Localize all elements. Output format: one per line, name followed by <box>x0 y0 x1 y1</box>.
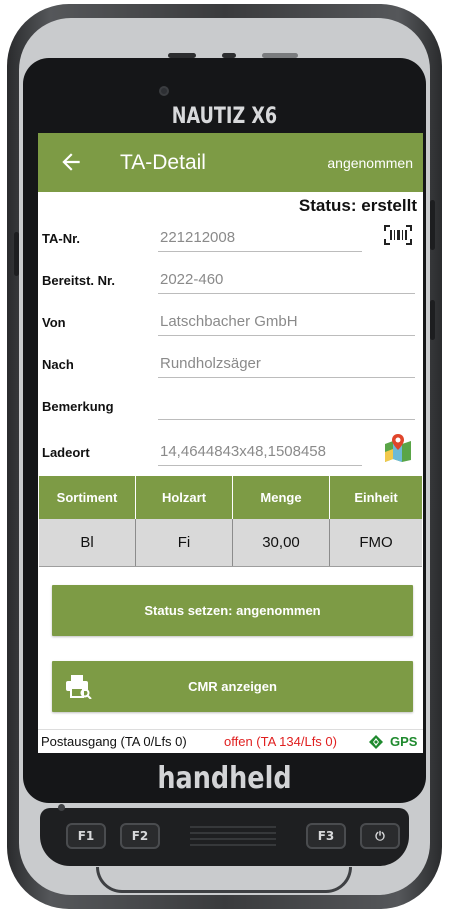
field-label: TA-Nr. <box>42 231 81 246</box>
field-underline <box>158 251 362 252</box>
nach-input[interactable]: Rundholzsäger <box>160 355 261 372</box>
field-underline <box>158 465 362 466</box>
front-camera <box>159 86 169 96</box>
field-underline <box>158 377 415 378</box>
bereitst-nr-input[interactable]: 2022-460 <box>160 271 223 288</box>
column-header-holzart: Holzart <box>136 476 233 519</box>
column-header-menge: Menge <box>233 476 330 519</box>
field-underline <box>158 335 415 336</box>
ladeort-input[interactable]: 14,4644843x48,1508458 <box>160 443 326 460</box>
side-button-right-upper[interactable] <box>430 200 435 250</box>
key-f3[interactable]: F3 <box>306 823 346 849</box>
bemerkung-input[interactable] <box>160 396 410 414</box>
ta-nr-input[interactable]: 221212008 <box>160 229 235 246</box>
barcode-scan-icon[interactable] <box>383 224 413 246</box>
table-cell: 30,00 <box>233 519 330 566</box>
field-nach: Nach Rundholzsäger <box>38 342 423 382</box>
field-underline <box>158 293 415 294</box>
device-brand-bottom: handheld <box>157 761 292 796</box>
table-cell: Bl <box>39 519 136 566</box>
map-pin-icon[interactable] <box>383 432 413 462</box>
device-brand-top: NAUTIZ X6 <box>171 104 278 129</box>
cmr-show-button[interactable]: CMR anzeigen <box>52 661 413 712</box>
gps-diamond-icon <box>369 735 383 749</box>
column-header-einheit: Einheit <box>354 490 398 505</box>
status-led <box>58 804 65 811</box>
side-button-right-lower[interactable] <box>430 300 435 340</box>
field-ladeort: Ladeort 14,4644843x48,1508458 <box>38 430 423 470</box>
field-label: Ladeort <box>42 445 90 460</box>
field-label: Nach <box>42 357 74 372</box>
table-header: Sortiment Holzart Menge Einheit <box>39 476 422 519</box>
app-bar: TA-Detail angenommen <box>38 133 423 192</box>
field-label: Von <box>42 315 66 330</box>
outbox-status: Postausgang (TA 0/Lfs 0) <box>41 734 187 749</box>
field-bemerkung: Bemerkung <box>38 384 423 424</box>
items-table: Sortiment Holzart Menge Einheit Bl Fi 30… <box>39 476 422 567</box>
status-label: Status: erstellt <box>298 196 417 215</box>
column-header-sortiment: Sortiment <box>39 476 136 519</box>
appbar-status[interactable]: angenommen <box>327 155 413 171</box>
field-ta-nr: TA-Nr. 221212008 <box>38 216 423 256</box>
gps-status: GPS <box>390 734 418 749</box>
table-cell: FMO <box>359 534 393 551</box>
field-von: Von Latschbacher GmbH <box>38 300 423 340</box>
field-bereitst-nr: Bereitst. Nr. 2022-460 <box>38 258 423 298</box>
arrow-left-icon[interactable] <box>58 149 84 175</box>
key-f2[interactable]: F2 <box>120 823 160 849</box>
app-screen: TA-Detail angenommen Status: erstellt TA… <box>38 133 423 753</box>
field-label: Bereitst. Nr. <box>42 273 115 288</box>
set-status-button[interactable]: Status setzen: angenommen <box>52 585 413 636</box>
side-button-left[interactable] <box>14 232 19 276</box>
key-power[interactable]: ⏻ <box>360 823 400 849</box>
field-label: Bemerkung <box>42 399 114 414</box>
open-status: offen (TA 134/Lfs 0) <box>224 734 337 749</box>
page-title: TA-Detail <box>120 151 206 174</box>
table-cell: Fi <box>136 519 233 566</box>
von-input[interactable]: Latschbacher GmbH <box>160 313 298 330</box>
printer-icon <box>66 675 92 699</box>
sync-status-bar: Postausgang (TA 0/Lfs 0) offen (TA 134/L… <box>38 729 423 753</box>
table-row[interactable]: Bl Fi 30,00 FMO <box>39 519 422 567</box>
speaker-grill <box>190 826 276 850</box>
field-underline <box>158 419 415 420</box>
cmr-button-label: CMR anzeigen <box>188 679 277 694</box>
device-chin <box>96 867 352 893</box>
key-f1[interactable]: F1 <box>66 823 106 849</box>
